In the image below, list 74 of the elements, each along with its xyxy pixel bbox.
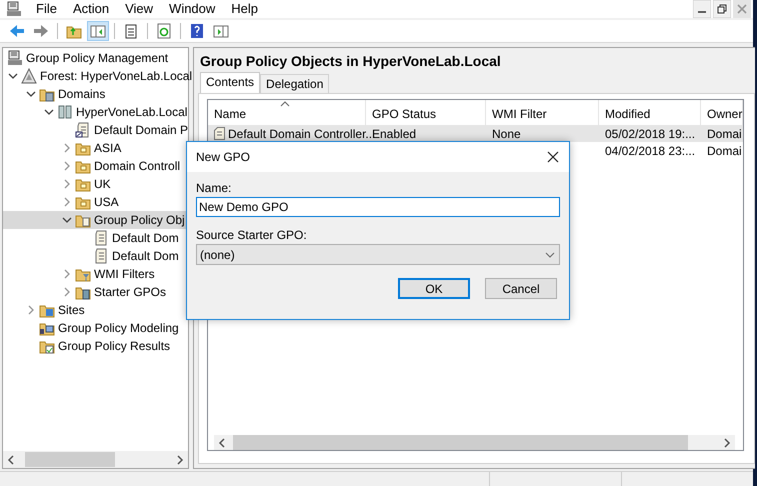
- tree-item[interactable]: Group Policy Management: [3, 49, 188, 67]
- tree-item[interactable]: ASIA: [3, 139, 188, 157]
- table-row[interactable]: Default Domain Controller...Enabled None 05/02/2018 19:... Domai: [208, 125, 743, 142]
- chevron-right-icon[interactable]: [62, 287, 72, 297]
- tree-item[interactable]: USA: [3, 193, 188, 211]
- server-icon: [57, 104, 73, 120]
- clipboard-icon[interactable]: [123, 23, 139, 39]
- close-icon[interactable]: [547, 151, 559, 163]
- document-icon: [93, 248, 109, 264]
- dialog-title: New GPO: [196, 150, 250, 164]
- chevron-right-icon[interactable]: [62, 143, 72, 153]
- scrollbar[interactable]: [214, 435, 735, 450]
- tree-item[interactable]: WMI Filters: [3, 265, 188, 283]
- menu-item[interactable]: View: [117, 0, 162, 18]
- scroll-right-icon[interactable]: [176, 454, 184, 464]
- chevron-down-icon[interactable]: [26, 89, 36, 99]
- scroll-left-icon[interactable]: [7, 454, 15, 464]
- table-cell: Domai: [707, 144, 742, 158]
- table-cell: None: [492, 126, 521, 140]
- tree-item[interactable]: Default Dom: [3, 229, 188, 247]
- menu-item[interactable]: Help: [223, 0, 266, 18]
- field-label: Source Starter GPO:: [196, 227, 308, 244]
- tab[interactable]: Delegation: [260, 74, 330, 93]
- minimize-icon[interactable]: [693, 0, 711, 18]
- chevron-right-icon[interactable]: [62, 179, 72, 189]
- table-cell: 05/02/2018 19:...: [605, 126, 696, 140]
- tree-item[interactable]: Group Policy Results: [3, 337, 188, 355]
- tree-item[interactable]: Group Policy Obj: [3, 211, 188, 229]
- panel-icon[interactable]: [90, 23, 106, 39]
- console-icon: [6, 1, 22, 17]
- table-cell: Domai: [707, 126, 742, 140]
- back-icon[interactable]: [9, 23, 25, 39]
- tree-item[interactable]: UK: [3, 175, 188, 193]
- dropdown[interactable]: (none): [196, 244, 560, 265]
- chevron-right-icon[interactable]: [62, 269, 72, 279]
- menu-item[interactable]: File: [28, 0, 65, 18]
- table-cell: Default Domain Controller...: [228, 126, 376, 140]
- input-field[interactable]: New Demo GPO: [196, 197, 560, 217]
- document-icon: [214, 127, 225, 140]
- chevron-down-icon: [545, 252, 555, 258]
- scroll-left-icon[interactable]: [218, 438, 226, 448]
- document-icon: [75, 122, 91, 138]
- help-icon[interactable]: [189, 23, 205, 39]
- table-cell: 04/02/2018 23:...: [605, 144, 696, 158]
- chevron-down-icon[interactable]: [62, 215, 72, 225]
- tree-item[interactable]: Default Dom: [3, 247, 188, 265]
- sort-up-icon[interactable]: [280, 101, 290, 107]
- tree-item[interactable]: Domain Controll: [3, 157, 188, 175]
- chevron-right-icon[interactable]: [26, 305, 36, 315]
- tree-item[interactable]: Sites: [3, 301, 188, 319]
- restore-icon[interactable]: [713, 0, 731, 18]
- chevron-down-icon[interactable]: [44, 107, 54, 117]
- chevron-down-icon[interactable]: [8, 71, 18, 81]
- dialog-button[interactable]: Cancel: [485, 278, 557, 299]
- field-label: Name:: [196, 180, 232, 197]
- scrollbar[interactable]: [3, 451, 188, 468]
- scroll-right-icon[interactable]: [723, 438, 731, 448]
- console-icon: [7, 50, 23, 66]
- panel-icon[interactable]: [213, 23, 229, 39]
- dialog-button[interactable]: OK: [398, 278, 470, 299]
- chevron-right-icon[interactable]: [62, 161, 72, 171]
- pane-title: Group Policy Objects in HyperVoneLab.Local: [199, 52, 502, 71]
- tree-item[interactable]: Default Domain P: [3, 121, 188, 139]
- tree-item[interactable]: HyperVoneLab.Local: [3, 103, 188, 121]
- tree-item[interactable]: Group Policy Modeling: [3, 319, 188, 337]
- tab[interactable]: Contents: [200, 72, 260, 93]
- menu-item[interactable]: Window: [161, 0, 224, 18]
- document-icon: [93, 230, 109, 246]
- forward-icon[interactable]: [33, 23, 49, 39]
- triangle-icon: [21, 68, 37, 84]
- tree-item[interactable]: Domains: [3, 85, 188, 103]
- menu-item[interactable]: Action: [64, 0, 118, 18]
- tree-item[interactable]: Starter GPOs: [3, 283, 188, 301]
- chevron-right-icon[interactable]: [62, 197, 72, 207]
